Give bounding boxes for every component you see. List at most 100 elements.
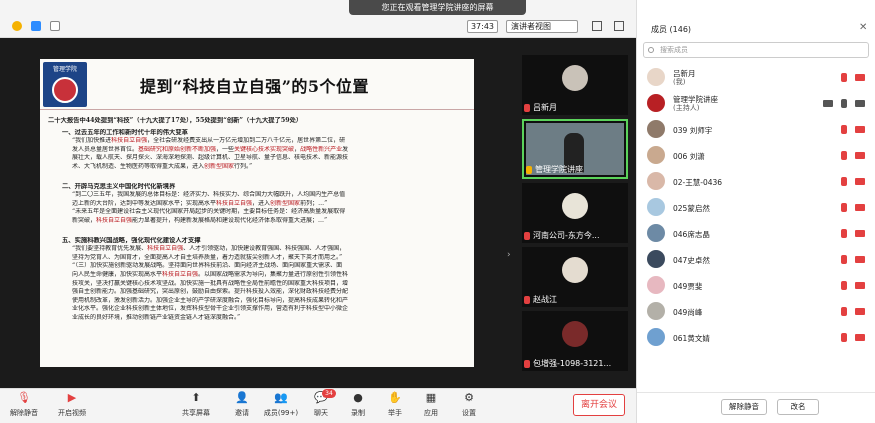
slide-text-line: 发人员总量居世界首位。基础研究和原始创新不断加强，一些关键核心技术实现突破，战略… (72, 145, 349, 153)
avatar (647, 120, 665, 138)
slide-section-heading: 一、过去五年的工作和新时代十年的伟大变革 (62, 128, 188, 136)
participant-row[interactable]: 046席志晶 (637, 220, 875, 246)
camera-off-icon[interactable] (855, 230, 865, 237)
mic-muted-icon (524, 295, 530, 304)
slide-text-line: 向人民生命健康，加快实现高水平科技自立自强。以国家战略需求为导向，集聚力量进行原… (72, 270, 349, 278)
participant-name: 006 刘潇 (673, 152, 705, 161)
camera-off-icon[interactable] (855, 256, 865, 263)
chat-unread-badge: 34 (322, 389, 336, 398)
meeting-timer: 37:43 (467, 20, 498, 33)
invite-user-icon: 👤 (235, 391, 249, 404)
slide-text-line: 使用机制改革，激发创新活力。加强企业主导的产学研深度融合，强化目标导向，提高科技… (72, 296, 349, 304)
slide-text-line: 技攻关，坚决打赢关键核心技术攻坚战。加快实施一批具有战略性全局性前瞻性的国家重大… (72, 279, 349, 287)
mic-muted-icon[interactable] (841, 125, 847, 134)
slide-text-line: “我们要坚持教育优先发展、科技自立自强、人才引领驱动，加快建设教育强国、科技强国… (72, 245, 346, 253)
mic-muted-icon (524, 231, 530, 240)
host-icon (526, 165, 532, 174)
slide-text-line: 展壮大，载人航天、探月探火、深海深地探测、超级计算机、卫星导航、量子信息、核电技… (72, 154, 349, 162)
speaker-view-dropdown[interactable]: 演讲者视图 (506, 20, 578, 33)
camera-off-icon[interactable] (855, 74, 865, 81)
settings-button[interactable]: ⚙ 设置 (447, 392, 491, 422)
mic-muted-icon[interactable] (841, 151, 847, 160)
participant-row[interactable]: 049尚峰 (637, 298, 875, 324)
participant-row[interactable]: 025蒙启然 (637, 194, 875, 220)
screen-share-icon (823, 100, 833, 107)
unmute-button[interactable]: 🎙 解除静音 (2, 392, 46, 422)
camera-off-icon[interactable] (855, 204, 865, 211)
layout-toggle-icon[interactable] (614, 21, 624, 31)
video-tile-active-speaker[interactable]: 管理学院讲座 (522, 119, 628, 179)
mic-muted-icon (524, 103, 530, 112)
tile-name: 吕新月 (533, 103, 557, 112)
participant-row[interactable]: 吕新月 (我) (637, 64, 875, 90)
mic-muted-icon[interactable] (841, 73, 847, 82)
participant-row[interactable]: 006 刘潇 (637, 142, 875, 168)
top-bar: 您正在观看管理学院讲座的屏幕 37:43 演讲者视图 (0, 0, 636, 38)
slide-text-line: 坚持为党育人、为国育才，全面提高人才自主培养质量，着力造就拔尖创新人才，聚天下英… (72, 253, 343, 261)
participants-button[interactable]: 👥 成员(99+) (259, 392, 303, 422)
school-logo: 管理学院 (43, 62, 87, 107)
shared-screen-area: 管理学院 提到“科技自立自强”的5个位置 二十大报告中44处提到“科技”（十九大… (0, 38, 518, 388)
participant-row[interactable]: 049贾斐 (637, 272, 875, 298)
slide-title: 提到“科技自立自强”的5个位置 (140, 77, 370, 96)
mic-muted-icon: 🎙 (17, 391, 31, 404)
avatar (562, 257, 588, 283)
mic-muted-icon[interactable] (841, 177, 847, 186)
apps-grid-icon: ▦ (425, 391, 437, 404)
mic-muted-icon[interactable] (841, 333, 847, 342)
slide-section-heading: 二十大报告中44处提到“科技”（十九大提了17处），55处提到“创新”（十九大提… (48, 117, 303, 124)
start-video-button[interactable]: ▶ 开启视频 (50, 392, 94, 422)
mic-muted-icon[interactable] (841, 229, 847, 238)
rename-button[interactable]: 改名 (777, 399, 819, 415)
meeting-window: 您正在观看管理学院讲座的屏幕 37:43 演讲者视图 管理学院 提到“科技自立自… (0, 0, 875, 423)
slide-text-line: 业化水平。强化企业科技创新主体地位，发挥科技型骨干企业引领支撑作用，营造有利于科… (72, 305, 349, 313)
participant-name: 049贾斐 (673, 282, 703, 291)
mic-muted-icon[interactable] (841, 255, 847, 264)
avatar (647, 198, 665, 216)
mic-muted-icon[interactable] (841, 307, 847, 316)
participant-name: 049尚峰 (673, 308, 703, 317)
video-tile[interactable]: 包增强-1098-3121... (522, 311, 628, 371)
tile-name: 河南公司-东方今... (533, 231, 600, 240)
viewing-screen-banner[interactable]: 您正在观看管理学院讲座的屏幕 (349, 0, 526, 15)
camera-on-icon[interactable] (855, 100, 865, 107)
participant-row[interactable]: 047史卓然 (637, 246, 875, 272)
search-members-input[interactable]: 搜索成员 (643, 42, 869, 58)
close-icon[interactable]: ✕ (859, 22, 867, 33)
participant-row[interactable]: 039 刘师宇 (637, 116, 875, 142)
camera-off-icon[interactable] (855, 308, 865, 315)
meeting-info-icon[interactable] (12, 21, 22, 31)
network-signal-icon[interactable] (50, 21, 60, 31)
participant-row[interactable]: 02-王慧-0436 (637, 168, 875, 194)
camera-off-icon[interactable] (855, 282, 865, 289)
participant-name: 047史卓然 (673, 256, 710, 265)
slide-text-line: “（三）加快实施创新驱动发展战略。坚持面向世界科技前沿、面向经济主战场、面向国家… (72, 262, 343, 270)
participant-name: 02-王慧-0436 (673, 178, 723, 187)
panel-footer: 解除静音 改名 (637, 392, 875, 423)
mic-on-icon[interactable] (841, 99, 847, 108)
meeting-toolbar: 🎙 解除静音 ▶ 开启视频 ⬆ 共享屏幕 👤 邀请 👥 成员(99+) 💬 聊天… (0, 388, 636, 423)
camera-off-icon[interactable] (855, 126, 865, 133)
participant-row[interactable]: 061黄文婧 (637, 324, 875, 350)
mic-muted-icon[interactable] (841, 281, 847, 290)
tile-name: 包增强-1098-3121... (533, 359, 612, 368)
slide-text-line: 强自主创新能力。加强基础研究，突出原创，鼓励自由探索。提升科技投入效能，深化财政… (72, 288, 349, 296)
camera-off-icon[interactable] (855, 178, 865, 185)
camera-off-icon[interactable] (855, 334, 865, 341)
mic-muted-icon[interactable] (841, 203, 847, 212)
video-tile[interactable]: 吕新月 (522, 55, 628, 115)
collapse-video-handle[interactable]: › (507, 250, 513, 262)
unmute-all-button[interactable]: 解除静音 (721, 399, 767, 415)
video-tile[interactable]: 赵战江 (522, 247, 628, 307)
fullscreen-icon[interactable] (592, 21, 602, 31)
participant-row[interactable]: 管理学院讲座 (主持人) (637, 90, 875, 116)
video-tile[interactable]: 河南公司-东方今... (522, 183, 628, 243)
security-shield-icon[interactable] (31, 21, 41, 31)
leave-meeting-button[interactable]: 离开会议 (573, 394, 625, 416)
avatar (647, 146, 665, 164)
invite-button[interactable]: 👤 邀请 (220, 392, 264, 422)
share-screen-button[interactable]: ⬆ 共享屏幕 (174, 392, 218, 422)
shared-slide: 管理学院 提到“科技自立自强”的5个位置 二十大报告中44处提到“科技”（十九大… (40, 59, 474, 367)
logo-emblem-icon (52, 77, 78, 103)
camera-off-icon[interactable] (855, 152, 865, 159)
